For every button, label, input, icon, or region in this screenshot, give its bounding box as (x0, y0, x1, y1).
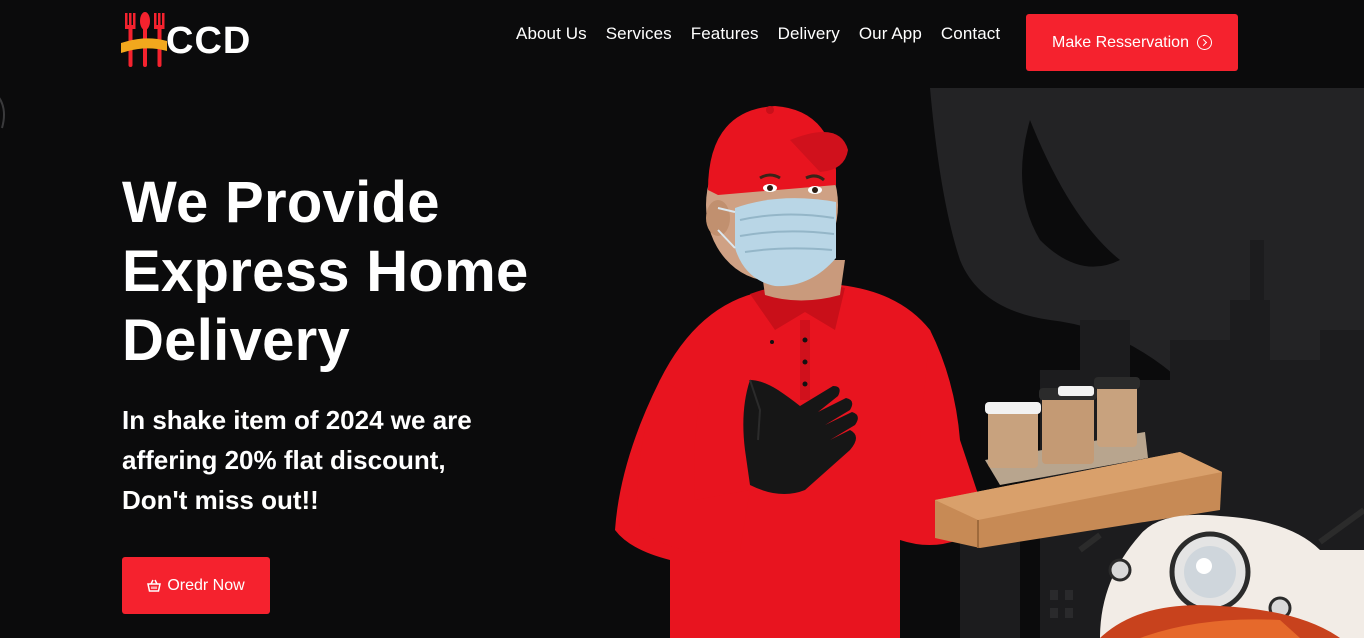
hero-title: We Provide Express Home Delivery (122, 168, 622, 375)
cutlery-logo-icon (121, 12, 167, 67)
make-reservation-label: Make Resservation (1052, 33, 1189, 51)
make-reservation-button[interactable]: Make Resservation (1026, 14, 1238, 71)
nav-services[interactable]: Services (606, 24, 672, 46)
main-nav: About Us Services Features Delivery Our … (516, 24, 1000, 46)
hero-subtitle-line-2: affering 20% flat discount, (122, 445, 446, 475)
arrow-circle-right-icon (1196, 35, 1212, 50)
nav-features[interactable]: Features (691, 24, 759, 46)
nav-about-us[interactable]: About Us (516, 24, 587, 46)
order-now-label: Oredr Now (167, 576, 245, 594)
hero-illustration (600, 80, 1364, 638)
nav-delivery[interactable]: Delivery (778, 24, 840, 46)
nav-our-app[interactable]: Our App (859, 24, 922, 46)
nav-contact[interactable]: Contact (941, 24, 1000, 46)
brand-name: CCD (166, 19, 252, 62)
hero-subtitle-line-1: In shake item of 2024 we are (122, 405, 472, 435)
hero-title-line-2: Express Home (122, 239, 529, 304)
basket-icon (147, 579, 162, 592)
delivery-man-illustration (615, 88, 1364, 638)
brand-logo[interactable]: CCD (121, 8, 271, 70)
order-now-button[interactable]: Oredr Now (122, 557, 270, 614)
hero-subtitle: In shake item of 2024 we are affering 20… (122, 400, 542, 520)
site-header: CCD About Us Services Features Delivery … (0, 0, 1364, 86)
decorative-leaf-icon (0, 97, 5, 129)
hero-title-line-1: We Provide (122, 170, 440, 235)
hero-subtitle-line-3: Don't miss out!! (122, 485, 319, 515)
hero-title-line-3: Delivery (122, 308, 351, 373)
page: CCD About Us Services Features Delivery … (0, 0, 1364, 638)
